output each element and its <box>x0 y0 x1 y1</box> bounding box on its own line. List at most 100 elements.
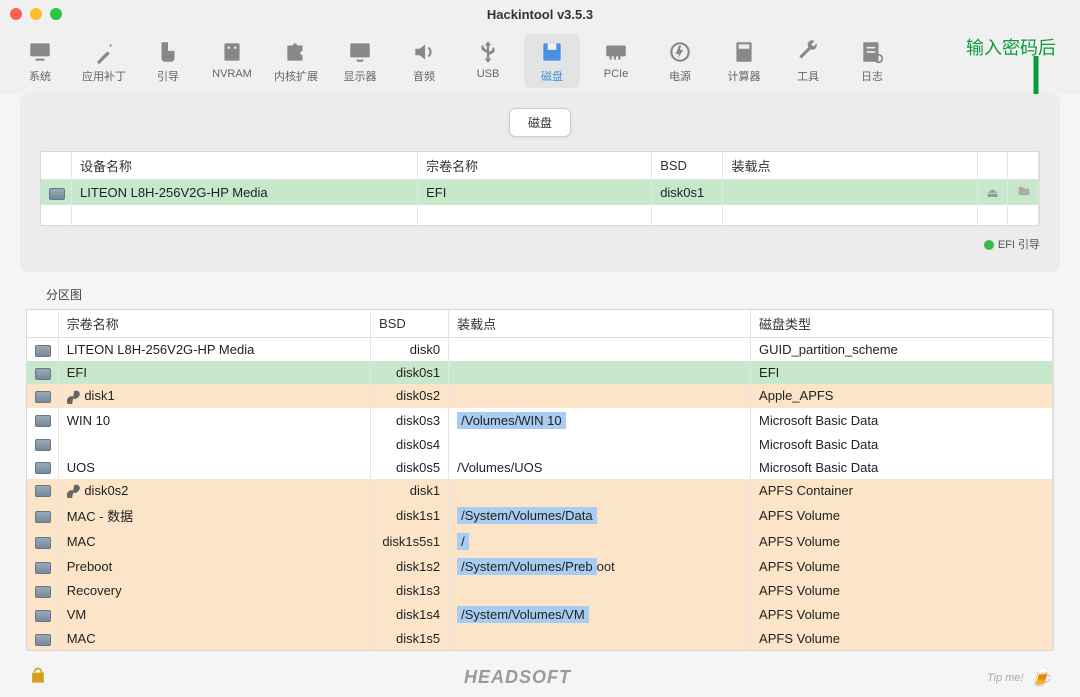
device-name: LITEON L8H-256V2G-HP Media <box>72 180 418 206</box>
usb-icon <box>475 38 501 66</box>
disk-icon <box>539 38 565 66</box>
disk-icon <box>35 562 51 574</box>
bsd-name: disk1s2 <box>371 554 449 579</box>
tip-me[interactable]: Tip me! 🍺 <box>987 667 1052 688</box>
beer-icon: 🍺 <box>1030 667 1052 688</box>
toolbar-item-puzzle[interactable]: 内核扩展 <box>268 34 324 88</box>
toolbar-item-usb[interactable]: USB <box>460 34 516 84</box>
toolbar-item-disk[interactable]: 磁盘 <box>524 34 580 88</box>
disk-icon <box>35 391 51 403</box>
partition-row[interactable]: WIN 10disk0s3/Volumes/WIN 10Microsoft Ba… <box>27 408 1053 433</box>
volume-name: VM <box>58 602 370 627</box>
toolbar-label: 计算器 <box>728 68 761 84</box>
partition-row[interactable]: disk0s4Microsoft Basic Data <box>27 433 1053 456</box>
disk-icon <box>35 439 51 451</box>
volume-name: WIN 10 <box>58 408 370 433</box>
disk-icon <box>35 610 51 622</box>
disk-icon <box>49 188 65 200</box>
disk-type: Microsoft Basic Data <box>751 456 1053 479</box>
efi-table[interactable]: 设备名称宗卷名称BSD装载点LITEON L8H-256V2G-HP Media… <box>41 152 1039 225</box>
toolbar-item-wrench[interactable]: 工具 <box>780 34 836 88</box>
toolbar-item-power[interactable]: 电源 <box>652 34 708 88</box>
link-icon <box>67 390 81 404</box>
toolbar-label: 音频 <box>413 68 435 84</box>
partition-row[interactable]: Prebootdisk1s2/System/Volumes/PrebootAPF… <box>27 554 1053 579</box>
partition-header[interactable] <box>27 310 58 338</box>
toolbar-item-log[interactable]: 日志 <box>844 34 900 88</box>
partition-row[interactable]: disk1disk0s2Apple_APFS <box>27 384 1053 408</box>
volume-name: MAC - 数据 <box>58 502 370 529</box>
power-icon <box>667 38 693 66</box>
partition-row[interactable]: UOSdisk0s5/Volumes/UOSMicrosoft Basic Da… <box>27 456 1053 479</box>
toolbar: 系统应用补丁引导 NVRAM内核扩展显示器音频 USB磁盘PCIe 电源 计算器 工具日志 <box>0 28 1080 94</box>
mount-point <box>449 433 751 456</box>
mount-point: /Volumes/UOS <box>449 456 751 479</box>
disk-type: Microsoft Basic Data <box>751 408 1053 433</box>
partition-row[interactable]: MAC - 数据disk1s1/System/Volumes/DataAPFS … <box>27 502 1053 529</box>
disk-icon <box>35 634 51 646</box>
partition-header[interactable]: 装载点 <box>449 310 751 338</box>
toolbar-item-speaker[interactable]: 音频 <box>396 34 452 88</box>
open-cell[interactable] <box>1008 180 1039 206</box>
disk-type: APFS Volume <box>751 627 1053 650</box>
volume-name: disk0s2 <box>58 479 370 503</box>
efi-header[interactable]: 宗卷名称 <box>418 152 652 180</box>
unlock-icon[interactable] <box>28 666 48 689</box>
toolbar-label: 引导 <box>157 68 179 84</box>
toolbar-item-display[interactable]: 显示器 <box>332 34 388 88</box>
toolbar-label: 电源 <box>669 68 691 84</box>
efi-header[interactable]: 装载点 <box>723 152 977 180</box>
bsd-name: disk0s2 <box>371 384 449 408</box>
disk-icon-cell <box>27 408 58 433</box>
eject-icon: ⏏ <box>987 185 999 200</box>
efi-header[interactable] <box>977 152 1008 180</box>
bsd-name: disk0s3 <box>371 408 449 433</box>
legend-text: EFI 引导 <box>998 239 1040 251</box>
disk-type: Apple_APFS <box>751 384 1053 408</box>
efi-header[interactable] <box>1008 152 1039 180</box>
efi-header[interactable]: 设备名称 <box>72 152 418 180</box>
toolbar-item-monitor[interactable]: 系统 <box>12 34 68 88</box>
disk-icon-cell <box>27 456 58 479</box>
efi-header-row: 设备名称宗卷名称BSD装载点 <box>41 152 1039 180</box>
efi-empty-row <box>41 205 1039 225</box>
mount-point <box>449 479 751 503</box>
speaker-icon <box>411 38 437 66</box>
boot-icon <box>155 38 181 66</box>
disk-type: APFS Volume <box>751 502 1053 529</box>
partition-section: 分区图 宗卷名称BSD装载点磁盘类型LITEON L8H-256V2G-HP M… <box>20 286 1060 657</box>
efi-row[interactable]: LITEON L8H-256V2G-HP MediaEFIdisk0s1⏏ <box>41 180 1039 206</box>
partition-row[interactable]: disk0s2disk1APFS Container <box>27 479 1053 503</box>
partition-table[interactable]: 宗卷名称BSD装载点磁盘类型LITEON L8H-256V2G-HP Media… <box>27 310 1053 650</box>
log-icon <box>859 38 885 66</box>
toolbar-item-pcie[interactable]: PCIe <box>588 34 644 84</box>
partition-header[interactable]: 宗卷名称 <box>58 310 370 338</box>
efi-header[interactable]: BSD <box>652 152 723 180</box>
volume-name: UOS <box>58 456 370 479</box>
efi-header[interactable] <box>41 152 72 180</box>
disk-icon-cell <box>27 579 58 602</box>
disk-icon <box>35 415 51 427</box>
toolbar-item-calc[interactable]: 计算器 <box>716 34 772 88</box>
eject-cell[interactable]: ⏏ <box>977 180 1008 206</box>
bsd-name: disk0s5 <box>371 456 449 479</box>
toolbar-item-boot[interactable]: 引导 <box>140 34 196 88</box>
display-icon <box>347 38 373 66</box>
partition-header[interactable]: 磁盘类型 <box>751 310 1053 338</box>
partition-row[interactable]: Recoverydisk1s3APFS Volume <box>27 579 1053 602</box>
partition-title: 分区图 <box>46 286 1060 303</box>
partition-header[interactable]: BSD <box>371 310 449 338</box>
mount-point <box>449 627 751 650</box>
footer: HEADSOFT Tip me! 🍺 <box>0 666 1080 689</box>
partition-row[interactable]: VMdisk1s4/System/Volumes/VMAPFS Volume <box>27 602 1053 627</box>
partition-row[interactable]: MACdisk1s5s1/APFS Volume <box>27 529 1053 554</box>
partition-row[interactable]: EFIdisk0s1EFI <box>27 361 1053 384</box>
toolbar-item-memory[interactable]: NVRAM <box>204 34 260 84</box>
mount-point: /System/Volumes/Preboot <box>449 554 751 579</box>
partition-row[interactable]: MACdisk1s5APFS Volume <box>27 627 1053 650</box>
volume-name: LITEON L8H-256V2G-HP Media <box>58 338 370 362</box>
toolbar-item-wand[interactable]: 应用补丁 <box>76 34 132 88</box>
tab-disk[interactable]: 磁盘 <box>509 108 571 137</box>
disk-type: Microsoft Basic Data <box>751 433 1053 456</box>
partition-row[interactable]: LITEON L8H-256V2G-HP Mediadisk0GUID_part… <box>27 338 1053 362</box>
